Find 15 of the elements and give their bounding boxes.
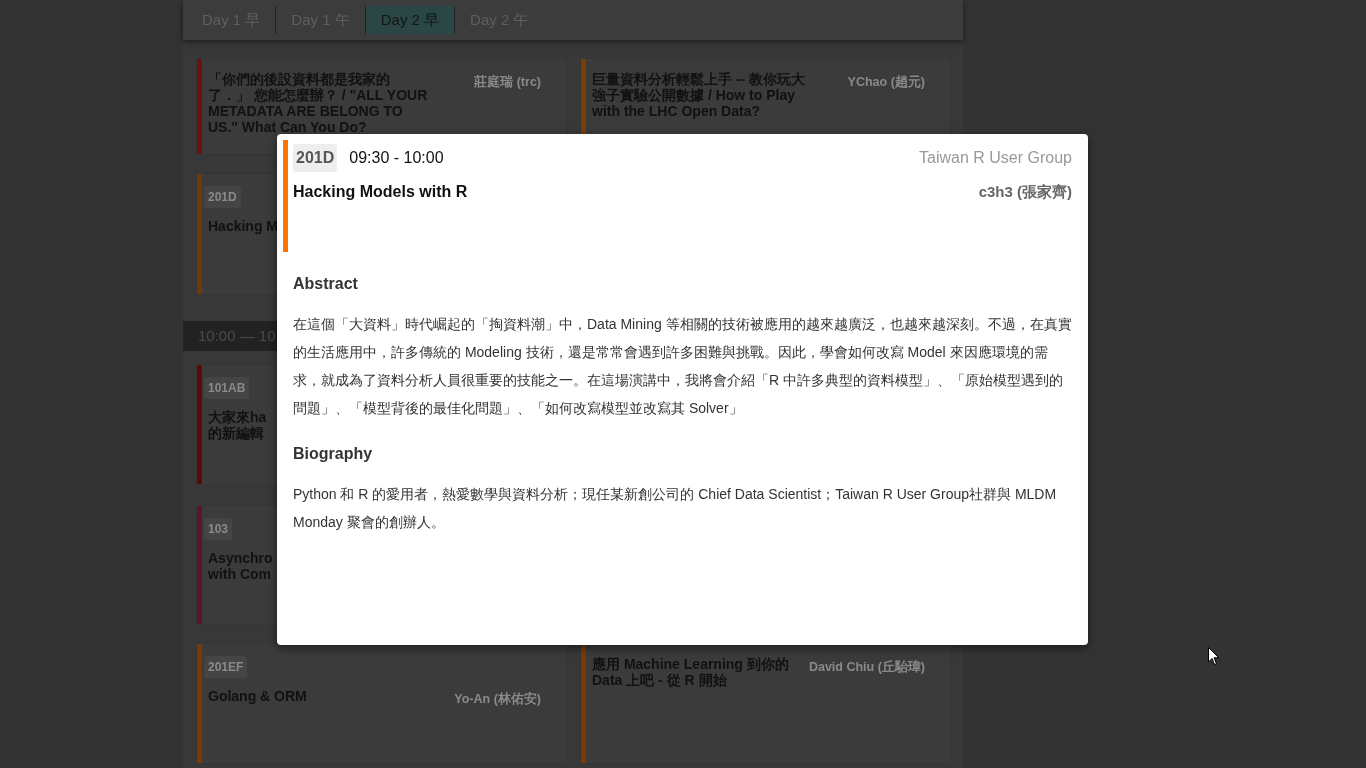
speaker-name: c3h3 (張家齊) <box>978 181 1072 202</box>
room-label: 103 <box>204 518 233 540</box>
mouse-cursor-icon <box>1208 647 1220 666</box>
speaker-name: 莊庭瑞 (trc) <box>474 74 541 91</box>
section-heading: Biography <box>293 444 374 464</box>
room-label: 201EF <box>204 656 248 678</box>
section-heading: Abstract <box>293 274 359 294</box>
section-text: Python 和 R 的愛用者，熱愛數學與資料分析；現任某新創公司的 Chief Data Scientist；Taiwan R User Group社群與 MLDM Monday 聚會的創辦人。 <box>293 485 1058 532</box>
speaker-name: YChao (趙元) <box>847 74 925 91</box>
session-title: Hacking Models with R <box>293 182 468 202</box>
speaker-name: David Chiu (丘駘瑋) <box>808 659 925 676</box>
room-label: 201D <box>204 186 241 208</box>
room-label: 201D <box>293 144 338 172</box>
room-label: 101AB <box>204 377 250 399</box>
speaker-name: Yo-An (林佑安) <box>454 690 541 708</box>
